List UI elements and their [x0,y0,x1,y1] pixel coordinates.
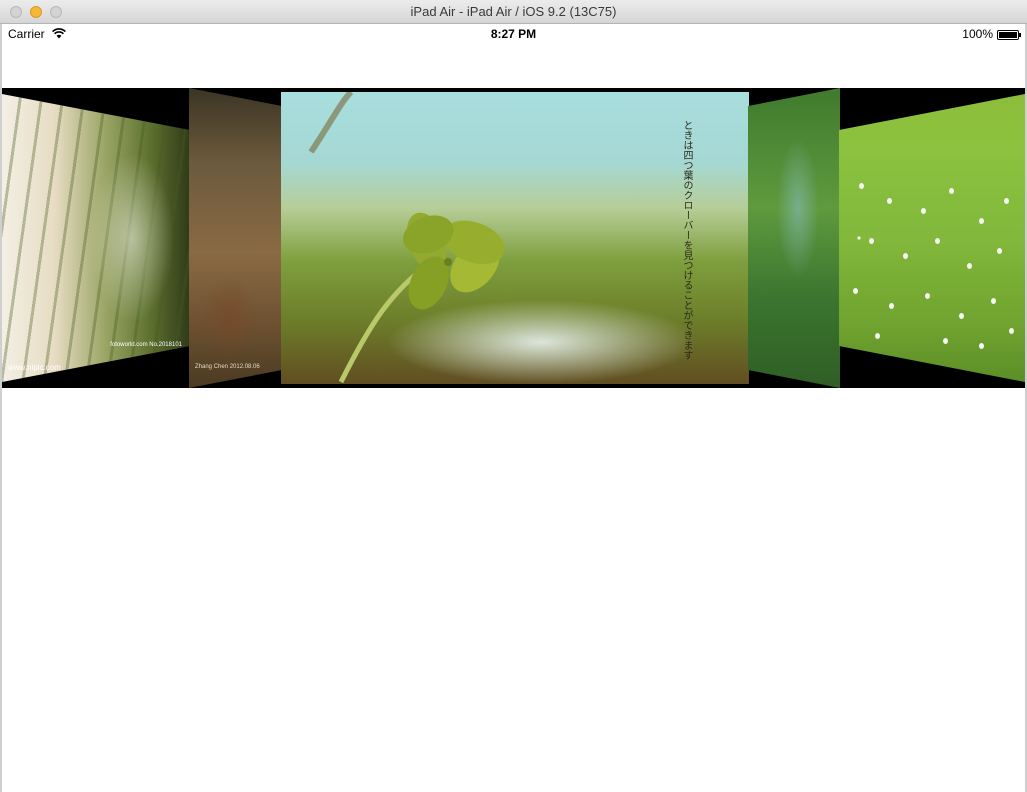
battery-icon [997,30,1021,40]
blossom [991,298,996,304]
status-time: 8:27 PM [490,27,537,41]
blossom [859,183,864,189]
blossom [925,293,930,299]
blossom [979,343,984,349]
carousel-card-white-flowers[interactable]: fotoworld.com No.2018101 www.nipic.com [2,94,190,382]
blossom [903,253,908,259]
carousel-card-bokeh[interactable]: Zhang Chen 2012.08.06 [189,88,282,388]
battery-percentage: 100% [962,27,993,41]
carousel-card-green-bokeh[interactable] [748,88,840,388]
blossom [889,303,894,309]
window-title-bar: iPad Air - iPad Air / iOS 9.2 (13C75) [0,0,1027,24]
blossom [997,248,1002,254]
carousel-card-meadow[interactable] [839,94,1025,382]
blossom [935,238,940,244]
photo-watermark: fotoworld.com No.2018101 [110,342,182,348]
blossom [921,208,926,214]
blossom [943,338,948,344]
photo-watermark: Zhang Chen 2012.08.06 [195,364,260,370]
window-title: iPad Air - iPad Air / iOS 9.2 (13C75) [410,4,617,19]
blossom [869,238,874,244]
blossom [967,263,972,269]
blossom [1009,328,1014,334]
carousel-card-clover[interactable]: ときは四つ葉のクローバーを見つけることができます [281,92,749,384]
photo-caption: ときは四つ葉のクローバーを見つけることができます [681,120,692,360]
ios-status-bar: Carrier 8:27 PM 100% [2,25,1025,45]
empty-content-area [2,388,1025,792]
blossom [959,313,964,319]
blossom [949,188,954,194]
image-carousel[interactable]: fotoworld.com No.2018101 www.nipic.com Z… [2,88,1025,388]
blossom [1004,198,1009,204]
photo-watermark: www.nipic.com [8,363,61,372]
blossom [887,198,892,204]
blossom [979,218,984,224]
blossom [853,288,858,294]
blossom [875,333,880,339]
